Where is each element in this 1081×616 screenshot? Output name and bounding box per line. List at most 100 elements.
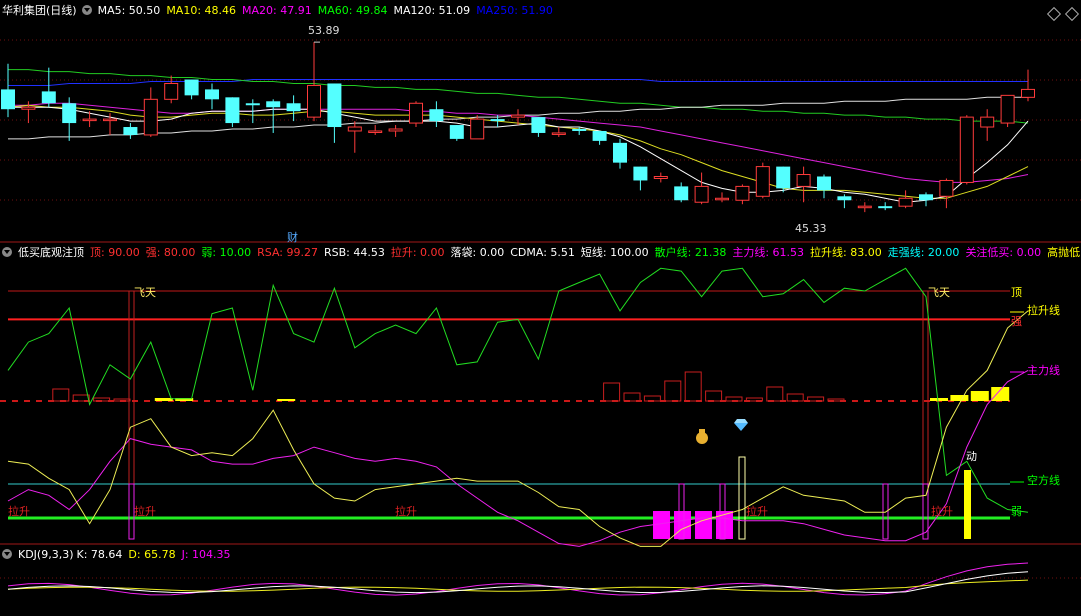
candle-body-down bbox=[1, 89, 15, 110]
candle-body-up bbox=[307, 84, 321, 118]
lasheng-marker-5: 拉升 bbox=[931, 504, 953, 518]
max-price-label: 53.89 bbox=[308, 24, 340, 37]
money-bag-icon bbox=[696, 429, 708, 444]
sanhu-line bbox=[7, 267, 1029, 513]
lasheng-marker-1: 拉升 bbox=[8, 504, 30, 518]
candle-body-up bbox=[1021, 88, 1035, 98]
cdma-box bbox=[93, 397, 111, 402]
candle-body-down bbox=[286, 103, 301, 112]
candle-body-up bbox=[21, 106, 36, 110]
kdj-j-line bbox=[7, 562, 1029, 596]
candle-body-up bbox=[735, 185, 750, 201]
candle-body-up bbox=[164, 82, 179, 100]
yellow-bar bbox=[930, 398, 948, 401]
candle-body-down bbox=[205, 89, 219, 100]
candle-body-up bbox=[796, 174, 811, 187]
candle-body-down bbox=[592, 130, 607, 141]
cdma-box bbox=[705, 390, 723, 402]
candle-body-up bbox=[715, 197, 729, 201]
candle-body-down bbox=[531, 117, 546, 133]
candle-body-down bbox=[449, 125, 464, 139]
candle-body-up bbox=[511, 114, 525, 118]
stock-chart[interactable]: 53.89 45.33 财 飞天 飞天 顶 强 弱 拉升线 主力线 空方线 动 … bbox=[0, 0, 1081, 616]
candle-body-down bbox=[184, 79, 199, 96]
candle-body-down bbox=[62, 103, 77, 124]
candle-body-down bbox=[327, 83, 342, 128]
lasheng-marker-3: 拉升 bbox=[395, 504, 417, 518]
diamond-shape bbox=[734, 423, 748, 431]
cdma-box bbox=[664, 380, 682, 402]
yellow-bar bbox=[277, 399, 296, 401]
candle-body-down bbox=[817, 176, 831, 191]
candle-body-down bbox=[633, 166, 648, 181]
candle-body-up bbox=[103, 118, 117, 122]
min-price-label: 45.33 bbox=[795, 222, 827, 235]
candle-body-up bbox=[409, 102, 423, 124]
candle-body-up bbox=[653, 176, 668, 179]
cdma-box bbox=[623, 392, 641, 402]
kongfang-line-label: 空方线 bbox=[1027, 473, 1060, 487]
candle-body-down bbox=[266, 101, 281, 108]
candle-body-down bbox=[245, 103, 260, 106]
money-bag-body bbox=[696, 432, 708, 444]
lasheng-marker-2: 拉升 bbox=[134, 504, 156, 518]
bottom-buy-bar bbox=[674, 511, 691, 539]
candle-body-up bbox=[551, 132, 566, 135]
dong-label: 动 bbox=[966, 450, 977, 463]
candle-body-down bbox=[572, 129, 587, 131]
cdma-box bbox=[684, 371, 702, 402]
candle-body-down bbox=[878, 206, 893, 209]
yellow-bar bbox=[991, 387, 1010, 401]
qiang-label: 强 bbox=[1011, 315, 1022, 328]
candle-body-down bbox=[123, 127, 138, 135]
zhuli-line bbox=[7, 369, 1029, 547]
feitian-label-2: 飞天 bbox=[928, 286, 950, 299]
ding-label: 顶 bbox=[1011, 286, 1022, 299]
candle-body-down bbox=[837, 196, 852, 201]
candle-body-up bbox=[939, 179, 954, 197]
lasheng-line bbox=[7, 310, 1029, 547]
diamond-top bbox=[734, 419, 748, 423]
cdma-box bbox=[52, 388, 70, 402]
feitian-label-1: 飞天 bbox=[134, 286, 156, 299]
candle-body-up bbox=[694, 185, 709, 203]
money-bag-neck bbox=[699, 429, 705, 433]
ruo-label: 弱 bbox=[1011, 505, 1022, 518]
candle-body-up bbox=[143, 98, 158, 136]
candle-body-up bbox=[470, 118, 485, 140]
dong-bar bbox=[964, 470, 971, 539]
candle-body-up bbox=[388, 128, 403, 132]
cdma-box bbox=[786, 393, 804, 402]
yellow-bar bbox=[970, 391, 989, 401]
yellow-bar bbox=[950, 395, 969, 401]
candle-body-up bbox=[980, 116, 995, 128]
cdma-box bbox=[603, 382, 621, 402]
candle-body-down bbox=[613, 142, 627, 163]
candle-body-down bbox=[429, 109, 444, 122]
lasheng-marker-4: 拉升 bbox=[746, 504, 768, 518]
cdma-box bbox=[745, 397, 763, 402]
candle-body-down bbox=[776, 166, 791, 189]
candle-body-up bbox=[82, 118, 97, 122]
diamond-icon bbox=[734, 419, 748, 431]
candle-body-up bbox=[1000, 94, 1015, 124]
zhuli-line-label: 主力线 bbox=[1027, 363, 1060, 377]
yellow-bar bbox=[154, 398, 173, 401]
candle-body-down bbox=[674, 186, 689, 201]
candle-body-down bbox=[490, 119, 505, 122]
candle-body-down bbox=[225, 97, 240, 124]
lasheng-line-label: 拉升线 bbox=[1027, 303, 1060, 317]
bottom-buy-bar bbox=[653, 511, 670, 539]
candle-body-up bbox=[368, 130, 383, 133]
bottom-buy-bar bbox=[695, 511, 712, 539]
signal-bar bbox=[738, 456, 746, 540]
candle-body-up bbox=[347, 126, 362, 132]
feitian-bar bbox=[922, 290, 929, 540]
candle-body-down bbox=[41, 91, 56, 104]
candle-body-up bbox=[755, 166, 770, 197]
candle-body-up bbox=[898, 197, 913, 207]
candle-body-up bbox=[959, 116, 974, 183]
feitian-bar bbox=[128, 290, 135, 540]
candle-body-up bbox=[857, 205, 872, 209]
finance-marker[interactable]: 财 bbox=[287, 230, 298, 244]
